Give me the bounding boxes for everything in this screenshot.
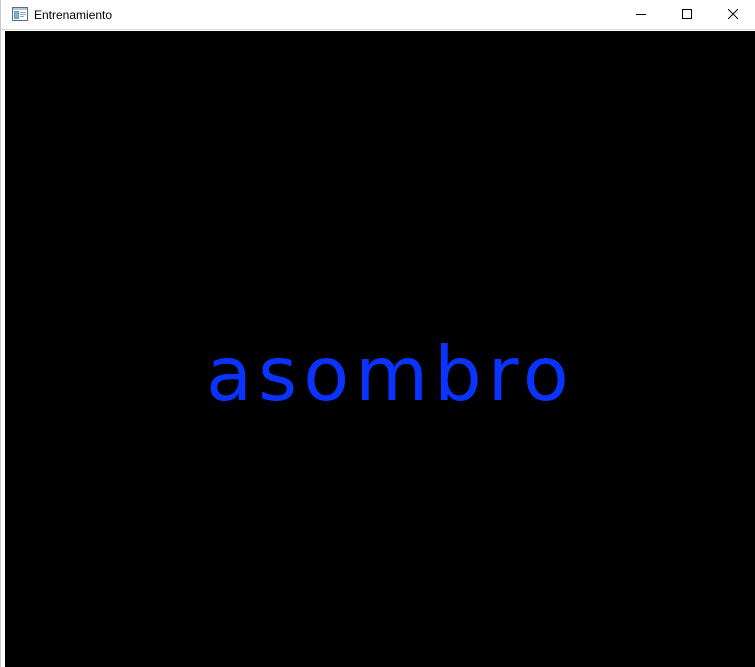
maximize-button[interactable] [664,0,710,29]
app-window-icon [12,7,28,21]
stimulus-word: asombro [206,330,575,418]
training-window: Entrenamiento asombro [0,0,755,667]
close-button[interactable] [710,0,755,29]
minimize-icon [636,6,646,24]
window-title: Entrenamiento [34,8,113,22]
title-bar[interactable]: Entrenamiento [1,0,755,30]
minimize-button[interactable] [618,0,664,29]
close-icon [727,6,739,24]
maximize-icon [682,6,692,24]
